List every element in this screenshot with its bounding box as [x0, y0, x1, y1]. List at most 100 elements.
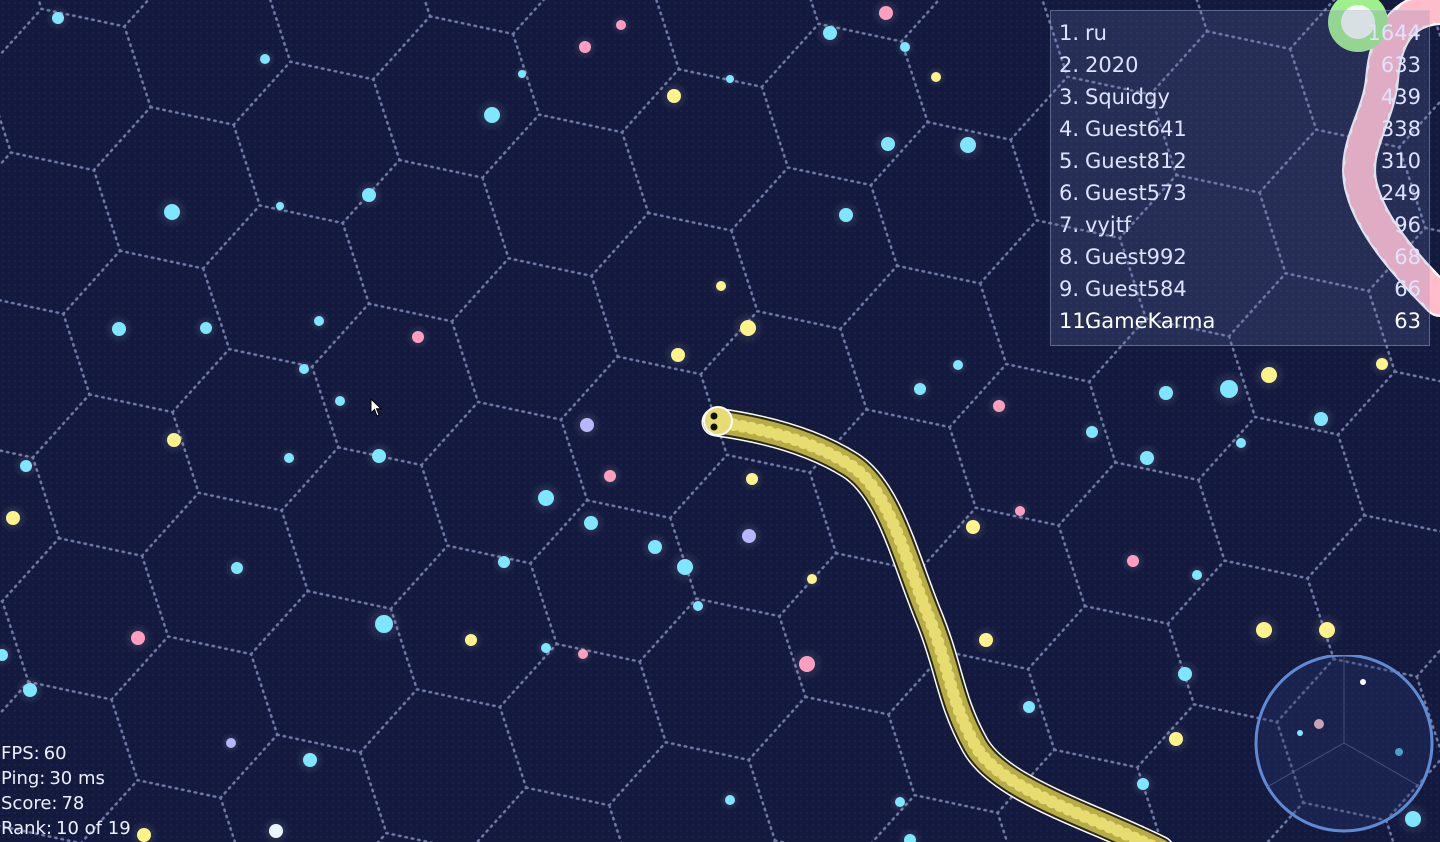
- food-pellet: [1137, 778, 1149, 790]
- leaderboard-score: 439: [1380, 85, 1421, 109]
- leaderboard-score: 338: [1380, 117, 1421, 141]
- leaderboard-row: 6. Guest573 249: [1051, 177, 1429, 209]
- food-pellet: [372, 449, 386, 463]
- food-pellet: [231, 562, 243, 574]
- leaderboard-score: 633: [1380, 53, 1421, 77]
- score-stat: Score: 78: [1, 793, 85, 814]
- food-pellet: [226, 738, 236, 748]
- leaderboard-rank: 5.: [1059, 149, 1080, 173]
- food-pellet: [881, 137, 895, 151]
- food-pellet: [167, 433, 181, 447]
- food-pellet: [362, 188, 376, 202]
- leaderboard-row: 7. vyjtf 96: [1051, 209, 1429, 241]
- food-pellet: [52, 12, 64, 24]
- food-pellet: [164, 204, 180, 220]
- food-pellet: [299, 364, 309, 374]
- leaderboard-name: vyjtf: [1085, 213, 1132, 237]
- food-pellet: [1086, 426, 1098, 438]
- food-pellet: [1159, 386, 1173, 400]
- food-pellet: [799, 656, 815, 672]
- food-pellet: [726, 75, 734, 83]
- food-pellet: [1220, 380, 1238, 398]
- leaderboard-row: 1. ru 1644: [1051, 17, 1429, 49]
- minimap: [1254, 655, 1434, 833]
- food-pellet: [375, 615, 393, 633]
- leaderboard-score: 249: [1380, 181, 1421, 205]
- food-pellet: [953, 360, 963, 370]
- food-pellet: [580, 418, 594, 432]
- food-pellet: [412, 331, 424, 343]
- leaderboard-score: 310: [1380, 149, 1421, 173]
- food-pellet: [823, 26, 837, 40]
- food-pellet: [931, 72, 941, 82]
- food-pellet: [1169, 732, 1183, 746]
- leaderboard-row: 5. Guest812 310: [1051, 145, 1429, 177]
- food-pellet: [1023, 701, 1035, 713]
- food-pellet: [1376, 358, 1388, 370]
- leaderboard-row: 8. Guest992 68: [1051, 241, 1429, 273]
- food-pellet: [541, 643, 551, 653]
- rank-stat: Rank: 10 of 19: [1, 818, 131, 839]
- snake-head: [703, 406, 733, 436]
- food-pellet: [960, 137, 976, 153]
- minimap-dot: [1395, 748, 1403, 756]
- food-pellet: [1256, 622, 1272, 638]
- food-pellet: [1319, 622, 1335, 638]
- leaderboard-row: 9. Guest584 66: [1051, 273, 1429, 305]
- food-pellet: [648, 540, 662, 554]
- leaderboard-rank: 3.: [1059, 85, 1080, 109]
- leaderboard-rank: 9.: [1059, 277, 1080, 301]
- food-pellet: [1192, 570, 1202, 580]
- food-pellet: [498, 556, 510, 568]
- food-pellet: [900, 42, 910, 52]
- food-pellet: [112, 322, 126, 336]
- food-pellet: [1015, 506, 1025, 516]
- food-pellet: [284, 453, 294, 463]
- leaderboard-row: 3. Squidgy 439: [1051, 81, 1429, 113]
- food-pellet: [1261, 367, 1277, 383]
- leaderboard-name: Guest573: [1085, 181, 1187, 205]
- leaderboard-name: Guest641: [1085, 117, 1187, 141]
- food-pellet: [20, 460, 32, 472]
- leaderboard-name: GameKarma: [1085, 309, 1216, 333]
- food-pellet: [742, 529, 756, 543]
- leaderboard-name: Guest812: [1085, 149, 1187, 173]
- leaderboard-score: 66: [1394, 277, 1421, 301]
- food-pellet: [1140, 451, 1154, 465]
- food-pellet: [604, 470, 616, 482]
- ping-stat: Ping: 30 ms: [1, 768, 105, 789]
- leaderboard-score: 96: [1394, 213, 1421, 237]
- food-pellet: [137, 828, 151, 842]
- food-pellet: [200, 322, 212, 334]
- fps-stat: FPS: 60: [1, 743, 67, 764]
- food-pellet: [914, 383, 926, 395]
- food-pellet: [1314, 412, 1328, 426]
- food-pellet: [725, 795, 735, 805]
- food-pellet: [465, 634, 477, 646]
- leaderboard-name: 2020: [1085, 53, 1139, 77]
- food-pellet: [335, 396, 345, 406]
- leaderboard-rank: 4.: [1059, 117, 1080, 141]
- food-pellet: [131, 631, 145, 645]
- minimap-dot: [1297, 730, 1303, 736]
- food-pellet: [616, 20, 626, 30]
- leaderboard-row: 4. Guest641 338: [1051, 113, 1429, 145]
- food-pellet: [484, 107, 500, 123]
- leaderboard-score: 68: [1394, 245, 1421, 269]
- food-pellet: [260, 54, 270, 64]
- food-pellet: [578, 649, 588, 659]
- food-pellet: [677, 559, 693, 575]
- game-stats: FPS: 60 Ping: 30 ms Score: 78 Rank: 10 of 19: [1, 741, 135, 841]
- food-pellet: [269, 824, 283, 838]
- snake-eye-right: [710, 423, 718, 431]
- leaderboard-rank: 8.: [1059, 245, 1080, 269]
- mouse-cursor-icon: [370, 397, 384, 422]
- leaderboard-name: ru: [1085, 21, 1107, 45]
- food-pellet: [839, 208, 853, 222]
- food-pellet: [584, 516, 598, 530]
- food-pellet: [23, 683, 37, 697]
- food-pellet: [276, 202, 284, 210]
- food-pellet: [693, 601, 703, 611]
- food-pellet: [538, 490, 554, 506]
- leaderboard-score: 63: [1394, 309, 1421, 333]
